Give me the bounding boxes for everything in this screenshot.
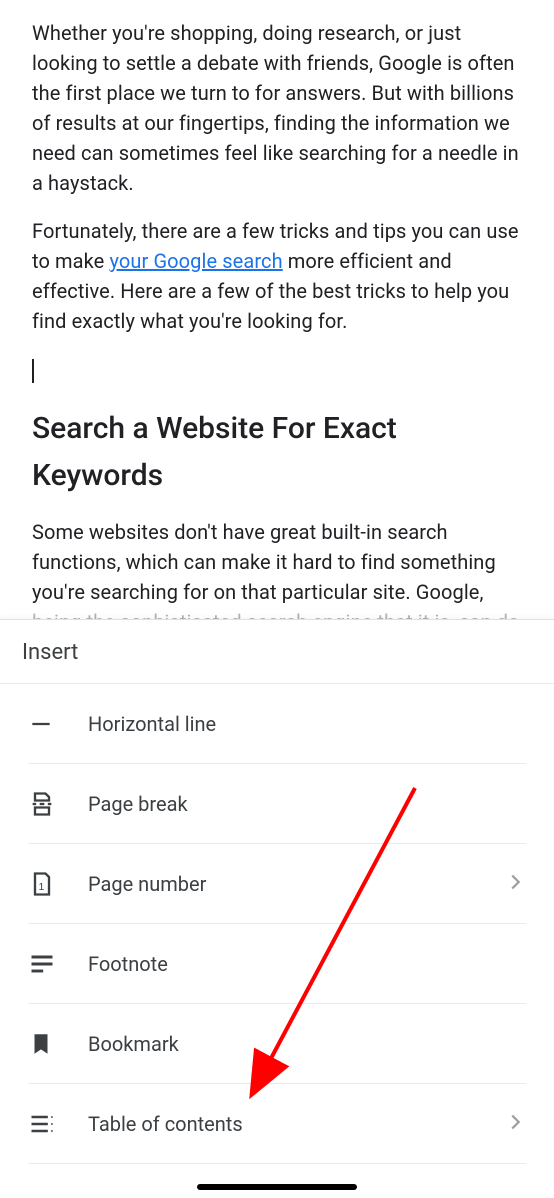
menu-item-table-of-contents[interactable]: Table of contents [28, 1084, 526, 1164]
document-content[interactable]: Whether you're shopping, doing research,… [0, 0, 554, 637]
paragraph[interactable]: Fortunately, there are a few tricks and … [32, 216, 522, 336]
insert-bottom-sheet: Insert Horizontal line Page break [0, 619, 554, 1198]
footnote-icon [28, 950, 76, 978]
insert-menu-list: Horizontal line Page break 1 [0, 684, 554, 1164]
menu-label: Table of contents [76, 1112, 504, 1136]
page-break-icon [28, 790, 76, 818]
home-indicator [197, 1184, 357, 1190]
svg-text:1: 1 [39, 880, 45, 892]
bookmark-icon [28, 1031, 76, 1057]
menu-label: Bookmark [76, 1032, 526, 1056]
menu-item-page-number[interactable]: 1 Page number [28, 844, 526, 924]
toc-icon [28, 1110, 76, 1138]
menu-item-footnote[interactable]: Footnote [28, 924, 526, 1004]
menu-item-horizontal-line[interactable]: Horizontal line [28, 684, 526, 764]
heading[interactable]: Search a Website For Exact Keywords [32, 406, 522, 499]
text-cursor[interactable] [32, 354, 522, 378]
menu-item-bookmark[interactable]: Bookmark [28, 1004, 526, 1084]
text-run: Some websites don't have great built-in … [32, 520, 496, 604]
menu-label: Page number [76, 872, 504, 896]
page-number-icon: 1 [28, 870, 76, 898]
menu-label: Footnote [76, 952, 526, 976]
menu-label: Page break [76, 792, 526, 816]
menu-label: Horizontal line [76, 712, 526, 736]
link-google-search[interactable]: your Google search [109, 249, 282, 273]
paragraph[interactable]: Whether you're shopping, doing research,… [32, 18, 522, 198]
menu-item-page-break[interactable]: Page break [28, 764, 526, 844]
horizontal-line-icon [28, 711, 76, 737]
chevron-right-icon [504, 1111, 526, 1137]
chevron-right-icon [504, 871, 526, 897]
sheet-title: Insert [0, 620, 554, 684]
